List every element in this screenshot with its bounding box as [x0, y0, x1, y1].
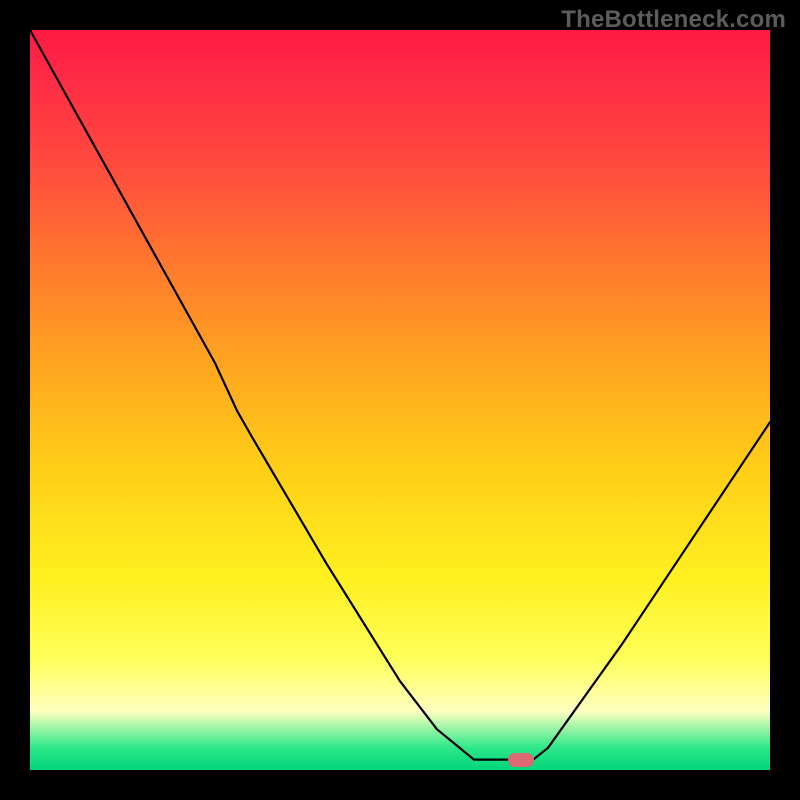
curve-svg	[30, 30, 770, 770]
chart-container: TheBottleneck.com	[0, 0, 800, 800]
bottleneck-curve	[30, 30, 770, 760]
plot-area	[30, 30, 770, 770]
recommended-marker	[508, 753, 534, 767]
watermark-text: TheBottleneck.com	[561, 6, 786, 34]
